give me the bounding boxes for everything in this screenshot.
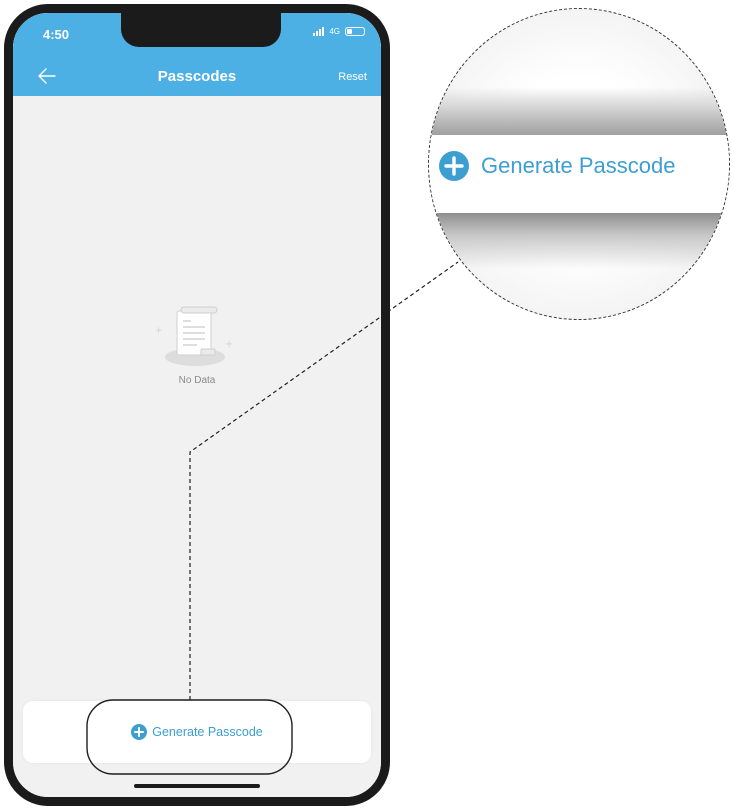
- bottom-bar: Generate Passcode: [23, 701, 371, 763]
- no-data-text: No Data: [178, 375, 216, 386]
- plus-circle-icon: [439, 151, 469, 181]
- home-indicator: [134, 784, 260, 788]
- signal-icon: [313, 27, 325, 36]
- svg-text:+: +: [225, 339, 233, 350]
- document-icon: + +: [155, 306, 233, 366]
- figure: 4:50 4G Passcodes Reset + + No Data Gene…: [0, 0, 732, 809]
- magnified-generate-passcode-button: Generate Passcode: [439, 151, 675, 181]
- reset-button[interactable]: Reset: [338, 71, 367, 83]
- empty-state: + + No Data: [13, 303, 381, 386]
- app-screen: 4:50 4G Passcodes Reset + + No Data Gene…: [13, 13, 381, 797]
- status-indicators: 4G: [313, 27, 365, 36]
- magnified-generate-passcode-label: Generate Passcode: [481, 153, 676, 178]
- plus-circle-icon: [131, 724, 148, 740]
- network-label: 4G: [329, 27, 340, 36]
- status-time: 4:50: [43, 27, 70, 42]
- page-title: Passcodes: [157, 68, 237, 85]
- generate-passcode-label: Generate Passcode: [152, 725, 263, 739]
- phone-frame: 4:50 4G Passcodes Reset + + No Data Gene…: [4, 4, 390, 806]
- generate-passcode-button[interactable]: Generate Passcode: [23, 701, 371, 763]
- app-header: 4:50 4G Passcodes Reset: [13, 13, 381, 96]
- magnifier-shadow-top: [429, 87, 729, 135]
- svg-text:+: +: [155, 326, 163, 336]
- magnifier-shadow-bottom: [429, 213, 729, 269]
- battery-icon: [345, 27, 365, 36]
- magnifier-callout: Generate Passcode: [428, 8, 730, 320]
- notch: [121, 13, 281, 47]
